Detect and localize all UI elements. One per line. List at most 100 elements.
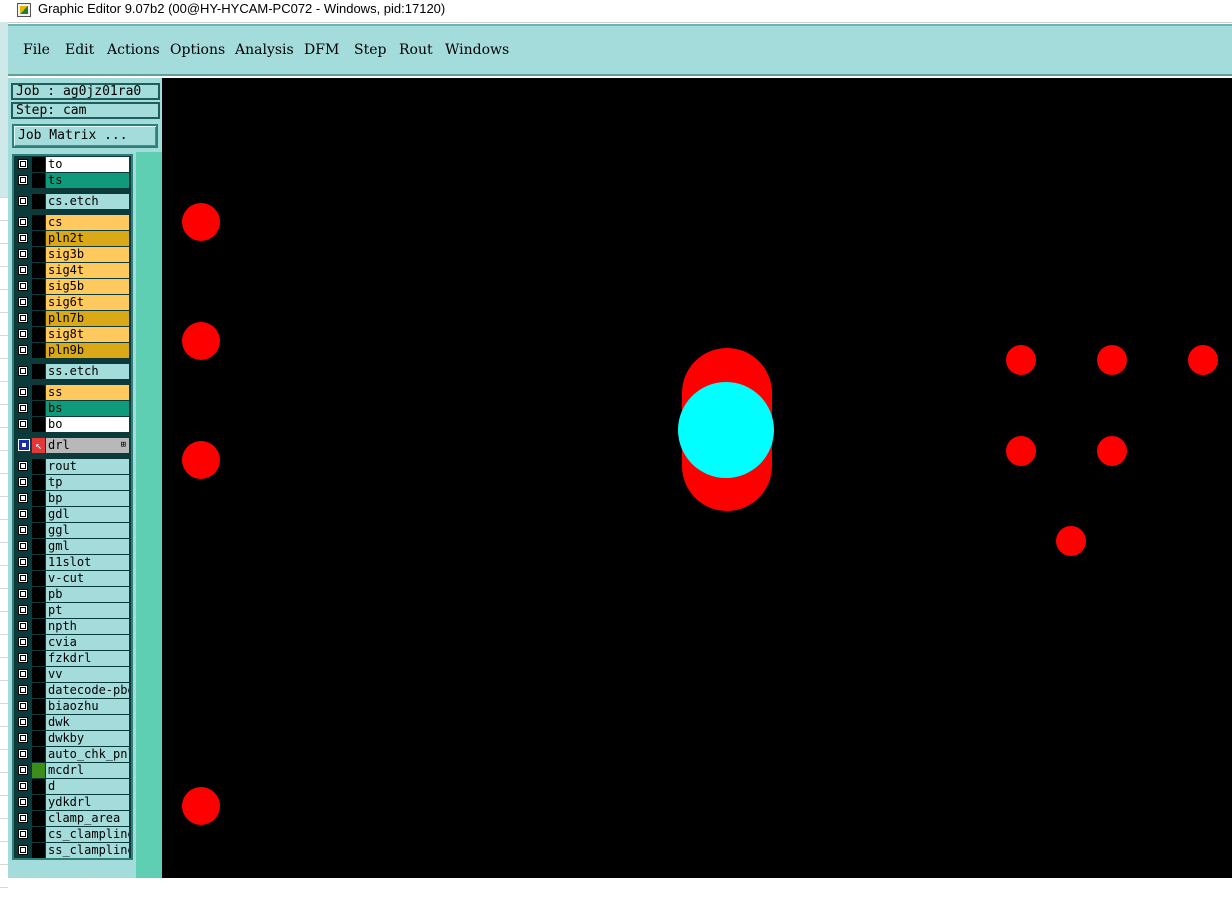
layer-name[interactable]: sig8t <box>46 327 129 342</box>
layer-display-indicator[interactable] <box>32 343 45 358</box>
layer-name[interactable]: auto_chk_pnl <box>46 747 129 762</box>
layer-display-indicator[interactable] <box>32 555 45 570</box>
layer-name[interactable]: bs <box>46 401 129 416</box>
layer-name[interactable]: cvia <box>46 635 129 650</box>
layer-name[interactable]: pln2t <box>46 231 129 246</box>
layer-row-cs-clampline[interactable]: cs_clampline <box>16 827 133 842</box>
selected-pad[interactable] <box>678 382 774 478</box>
layer-row-sig4t[interactable]: sig4t <box>16 263 133 278</box>
layer-name[interactable]: v-cut <box>46 571 129 586</box>
layer-name[interactable]: pln9b <box>46 343 129 358</box>
drill-pad[interactable] <box>1056 526 1086 556</box>
layer-row-sig5b[interactable]: sig5b <box>16 279 133 294</box>
layer-checkbox[interactable] <box>18 589 28 599</box>
layer-checkbox[interactable] <box>18 493 28 503</box>
layer-row-ss[interactable]: ss <box>16 385 133 400</box>
layer-checkbox[interactable] <box>18 366 28 376</box>
layer-display-indicator[interactable] <box>32 475 45 490</box>
layer-checkbox[interactable] <box>18 297 28 307</box>
layer-checkbox[interactable] <box>18 701 28 711</box>
layer-row-ggl[interactable]: ggl <box>16 523 133 538</box>
layer-row-drl[interactable]: ↖ drl ⊞ <box>16 438 133 453</box>
layer-name[interactable]: cs.etch <box>46 194 129 209</box>
layer-checkbox[interactable] <box>18 765 28 775</box>
layer-display-indicator[interactable] <box>32 651 45 666</box>
layer-display-indicator[interactable] <box>32 571 45 586</box>
layer-row-npth[interactable]: npth <box>16 619 133 634</box>
layer-display-indicator[interactable] <box>32 215 45 230</box>
layer-row-sig3b[interactable]: sig3b <box>16 247 133 262</box>
layer-checkbox[interactable] <box>18 509 28 519</box>
layer-display-indicator[interactable] <box>32 173 45 188</box>
menu-analysis[interactable]: Analysis <box>235 42 294 58</box>
layer-name[interactable]: 11slot <box>46 555 129 570</box>
layer-display-indicator[interactable] <box>32 507 45 522</box>
drill-pad[interactable] <box>182 787 220 825</box>
drill-pad[interactable] <box>1188 345 1218 375</box>
layer-row-ss-etch[interactable]: ss.etch <box>16 364 133 379</box>
layer-panel-scroll-area[interactable] <box>136 152 162 878</box>
layer-row-rout[interactable]: rout <box>16 459 133 474</box>
layer-display-indicator[interactable] <box>32 763 45 778</box>
layer-display-indicator[interactable] <box>32 459 45 474</box>
layer-name[interactable]: datecode-pbe <box>46 683 129 698</box>
layer-display-indicator[interactable] <box>32 311 45 326</box>
layer-row-gdl[interactable]: gdl <box>16 507 133 522</box>
layer-display-indicator[interactable] <box>32 523 45 538</box>
job-matrix-button[interactable]: Job Matrix ... <box>12 124 158 148</box>
layer-name[interactable]: rout <box>46 459 129 474</box>
layer-name[interactable]: bp <box>46 491 129 506</box>
layer-row-pln2t[interactable]: pln2t <box>16 231 133 246</box>
layer-checkbox[interactable] <box>18 403 28 413</box>
layer-display-indicator[interactable] <box>32 401 45 416</box>
layer-row-bo[interactable]: bo <box>16 417 133 432</box>
layer-checkbox[interactable] <box>18 419 28 429</box>
canvas-drawing[interactable] <box>162 78 1232 878</box>
layer-name[interactable]: mcdrl <box>46 763 129 778</box>
layer-display-indicator[interactable] <box>32 194 45 209</box>
layer-row-vv[interactable]: vv <box>16 667 133 682</box>
layer-checkbox[interactable] <box>18 749 28 759</box>
graphic-canvas[interactable] <box>162 78 1232 878</box>
layer-row-sig8t[interactable]: sig8t <box>16 327 133 342</box>
layer-row-pt[interactable]: pt <box>16 603 133 618</box>
layer-display-indicator[interactable] <box>32 491 45 506</box>
menu-windows[interactable]: Windows <box>445 42 509 58</box>
layer-name[interactable]: ss.etch <box>46 364 129 379</box>
layer-checkbox[interactable] <box>18 797 28 807</box>
layer-checkbox[interactable] <box>18 196 28 206</box>
layer-name[interactable]: gdl <box>46 507 129 522</box>
layer-display-indicator[interactable] <box>32 539 45 554</box>
layer-display-indicator[interactable] <box>32 715 45 730</box>
layer-checkbox[interactable] <box>18 685 28 695</box>
layer-display-indicator[interactable] <box>32 811 45 826</box>
layer-row-pln7b[interactable]: pln7b <box>16 311 133 326</box>
drill-pad[interactable] <box>182 441 220 479</box>
layer-display-indicator[interactable] <box>32 779 45 794</box>
layer-name[interactable]: to <box>46 157 129 172</box>
layer-row-auto-chk-pnl[interactable]: auto_chk_pnl <box>16 747 133 762</box>
layer-display-indicator[interactable] <box>32 635 45 650</box>
drill-pad[interactable] <box>1097 436 1127 466</box>
layer-row-v-cut[interactable]: v-cut <box>16 571 133 586</box>
layer-name[interactable]: sig6t <box>46 295 129 310</box>
layer-checkbox[interactable] <box>18 345 28 355</box>
layer-row-fzkdrl[interactable]: fzkdrl <box>16 651 133 666</box>
expand-icon[interactable]: ⊞ <box>121 438 126 453</box>
drill-pad[interactable] <box>1006 345 1036 375</box>
menu-rout[interactable]: Rout <box>399 42 433 58</box>
layer-row-ss-clampline[interactable]: ss_clampline <box>16 843 133 858</box>
layer-checkbox[interactable] <box>18 175 28 185</box>
layer-name[interactable]: ydkdrl <box>46 795 129 810</box>
menu-options[interactable]: Options <box>170 42 225 58</box>
layer-name[interactable]: d <box>46 779 129 794</box>
layer-name[interactable]: gml <box>46 539 129 554</box>
layer-checkbox[interactable] <box>18 477 28 487</box>
layer-row-cs-etch[interactable]: cs.etch <box>16 194 133 209</box>
layer-name[interactable]: tp <box>46 475 129 490</box>
layer-row-bs[interactable]: bs <box>16 401 133 416</box>
layer-display-indicator[interactable] <box>32 279 45 294</box>
layer-name[interactable]: dwkby <box>46 731 129 746</box>
layer-row-clamp-area[interactable]: clamp_area <box>16 811 133 826</box>
menu-dfm[interactable]: DFM <box>304 42 339 58</box>
